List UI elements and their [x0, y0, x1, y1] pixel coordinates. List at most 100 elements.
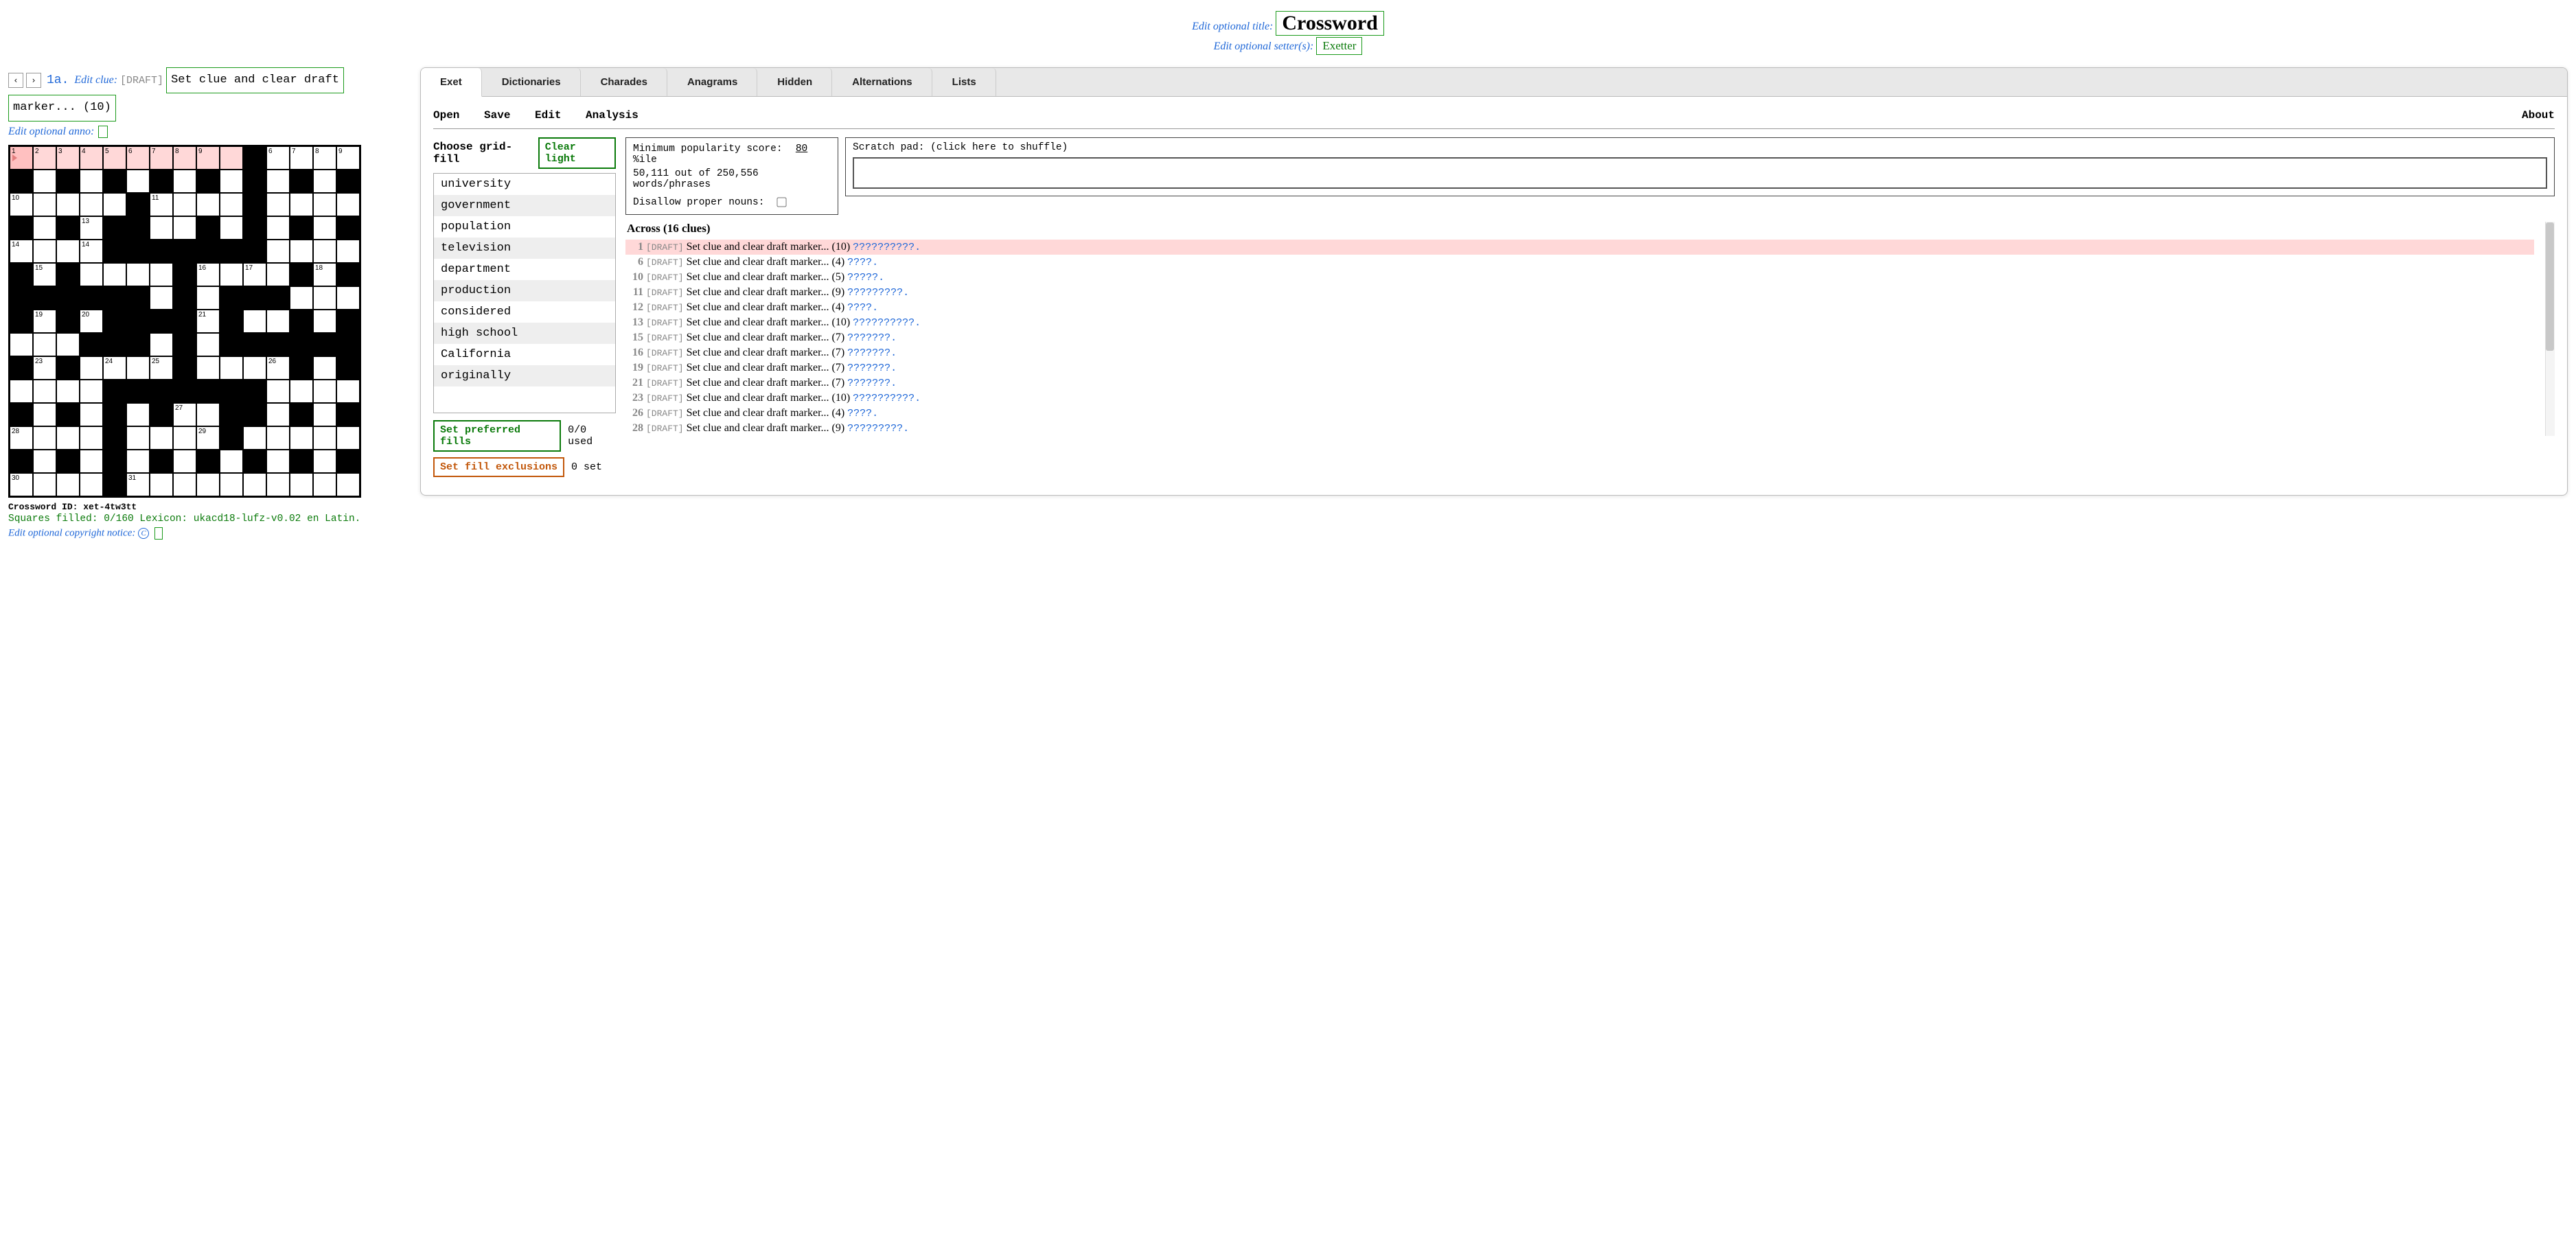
grid-cell[interactable]: [10, 170, 33, 193]
grid-cell[interactable]: 24: [103, 356, 126, 380]
grid-cell[interactable]: [220, 356, 243, 380]
grid-cell[interactable]: [103, 333, 126, 356]
clue-text-input[interactable]: Set clue and clear draft: [166, 67, 344, 93]
grid-cell[interactable]: [56, 403, 80, 426]
grid-cell[interactable]: [243, 333, 266, 356]
grid-cell[interactable]: 7: [290, 146, 313, 170]
grid-cell[interactable]: 1: [10, 146, 33, 170]
grid-cell[interactable]: 6: [126, 146, 150, 170]
grid-cell[interactable]: [196, 170, 220, 193]
tab-dictionaries[interactable]: Dictionaries: [483, 68, 581, 96]
grid-cell[interactable]: [80, 403, 103, 426]
menu-edit[interactable]: Edit: [535, 109, 561, 122]
grid-cell[interactable]: 13: [80, 216, 103, 240]
grid-cell[interactable]: [290, 170, 313, 193]
grid-cell[interactable]: [126, 380, 150, 403]
grid-cell[interactable]: 14: [80, 240, 103, 263]
grid-cell[interactable]: [150, 333, 173, 356]
grid-cell[interactable]: 19: [33, 310, 56, 333]
grid-cell[interactable]: [173, 263, 196, 286]
grid-cell[interactable]: 6: [266, 146, 290, 170]
grid-cell[interactable]: [196, 286, 220, 310]
grid-cell[interactable]: [103, 263, 126, 286]
grid-cell[interactable]: [243, 310, 266, 333]
grid-cell[interactable]: [220, 263, 243, 286]
clue-row[interactable]: 26 [DRAFT] Set clue and clear draft mark…: [625, 406, 2534, 421]
grid-cell[interactable]: [266, 450, 290, 473]
grid-cell[interactable]: [313, 310, 336, 333]
grid-cell[interactable]: [150, 473, 173, 496]
grid-cell[interactable]: [150, 450, 173, 473]
grid-cell[interactable]: [126, 403, 150, 426]
grid-cell[interactable]: [290, 333, 313, 356]
clue-row[interactable]: 12 [DRAFT] Set clue and clear draft mark…: [625, 300, 2534, 315]
grid-cell[interactable]: [220, 193, 243, 216]
grid-cell[interactable]: [336, 286, 360, 310]
grid-cell[interactable]: [220, 216, 243, 240]
grid-cell[interactable]: [103, 426, 126, 450]
grid-cell[interactable]: 15: [33, 263, 56, 286]
grid-cell[interactable]: [266, 170, 290, 193]
grid-cell[interactable]: [313, 356, 336, 380]
grid-cell[interactable]: [126, 450, 150, 473]
grid-cell[interactable]: 10: [10, 193, 33, 216]
clue-row[interactable]: 19 [DRAFT] Set clue and clear draft mark…: [625, 360, 2534, 376]
grid-cell[interactable]: [290, 473, 313, 496]
grid-cell[interactable]: [10, 333, 33, 356]
clue-row[interactable]: 28 [DRAFT] Set clue and clear draft mark…: [625, 421, 2534, 436]
grid-cell[interactable]: [196, 240, 220, 263]
grid-cell[interactable]: [290, 216, 313, 240]
grid-cell[interactable]: [196, 216, 220, 240]
grid-cell[interactable]: [336, 170, 360, 193]
grid-cell[interactable]: 4: [80, 146, 103, 170]
grid-cell[interactable]: [10, 310, 33, 333]
grid-cell[interactable]: [220, 146, 243, 170]
grid-cell[interactable]: [80, 286, 103, 310]
grid-cell[interactable]: [173, 170, 196, 193]
grid-cell[interactable]: [336, 356, 360, 380]
grid-cell[interactable]: [10, 286, 33, 310]
grid-cell[interactable]: 23: [33, 356, 56, 380]
clue-row[interactable]: 16 [DRAFT] Set clue and clear draft mark…: [625, 345, 2534, 360]
clue-row[interactable]: 10 [DRAFT] Set clue and clear draft mark…: [625, 270, 2534, 285]
grid-cell[interactable]: [33, 333, 56, 356]
grid-cell[interactable]: [56, 310, 80, 333]
grid-cell[interactable]: [290, 450, 313, 473]
set-fill-exclusions-button[interactable]: Set fill exclusions: [433, 457, 564, 477]
grid-cell[interactable]: [243, 356, 266, 380]
grid-cell[interactable]: [173, 310, 196, 333]
grid-cell[interactable]: [173, 240, 196, 263]
menu-analysis[interactable]: Analysis: [586, 109, 639, 122]
grid-cell[interactable]: [220, 333, 243, 356]
grid-cell[interactable]: [80, 426, 103, 450]
grid-cell[interactable]: [56, 193, 80, 216]
grid-cell[interactable]: [336, 403, 360, 426]
grid-cell[interactable]: [80, 193, 103, 216]
grid-cell[interactable]: [336, 216, 360, 240]
grid-cell[interactable]: [336, 240, 360, 263]
grid-cell[interactable]: [243, 450, 266, 473]
grid-cell[interactable]: [336, 473, 360, 496]
grid-cell[interactable]: [10, 403, 33, 426]
grid-cell[interactable]: [56, 450, 80, 473]
grid-cell[interactable]: [266, 193, 290, 216]
grid-cell[interactable]: [126, 426, 150, 450]
grid-cell[interactable]: [266, 426, 290, 450]
grid-cell[interactable]: [220, 170, 243, 193]
grid-cell[interactable]: [56, 286, 80, 310]
grid-cell[interactable]: 9: [196, 146, 220, 170]
grid-cell[interactable]: [80, 170, 103, 193]
grid-cell[interactable]: [220, 286, 243, 310]
fill-option[interactable]: originally: [434, 365, 615, 386]
scratch-area[interactable]: [853, 157, 2547, 189]
clue-text-input-cont[interactable]: marker... (10): [8, 95, 116, 121]
menu-open[interactable]: Open: [433, 109, 459, 122]
clue-row[interactable]: 11 [DRAFT] Set clue and clear draft mark…: [625, 285, 2534, 300]
tab-anagrams[interactable]: Anagrams: [668, 68, 757, 96]
anno-input[interactable]: [98, 126, 108, 138]
clue-row[interactable]: 15 [DRAFT] Set clue and clear draft mark…: [625, 330, 2534, 345]
fill-option[interactable]: television: [434, 238, 615, 259]
grid-cell[interactable]: [10, 356, 33, 380]
grid-cell[interactable]: [243, 216, 266, 240]
grid-cell[interactable]: 21: [196, 310, 220, 333]
